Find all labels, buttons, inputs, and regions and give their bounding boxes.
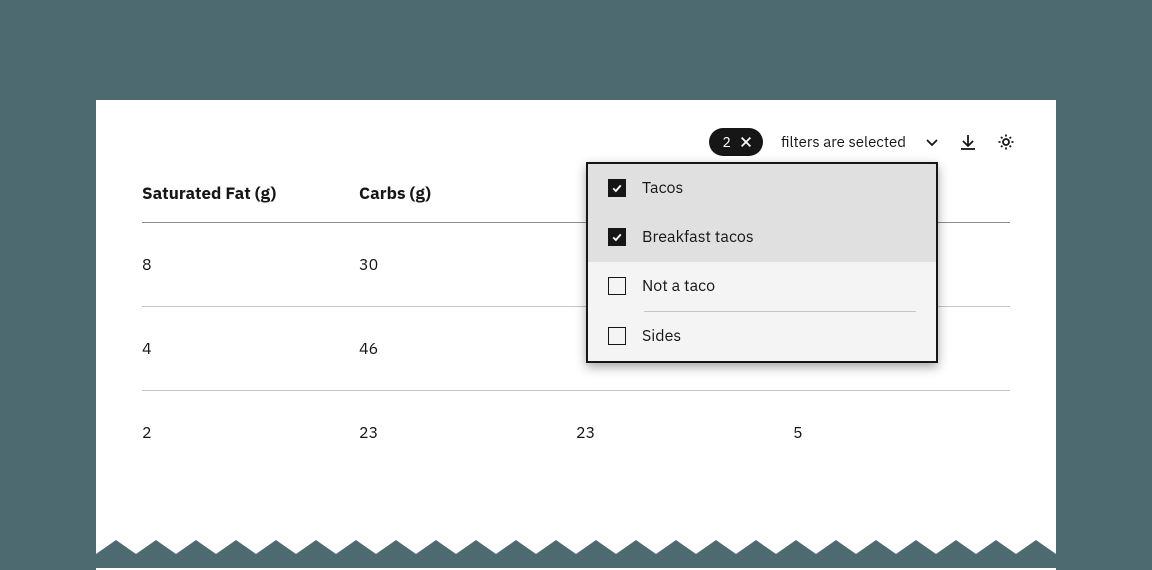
gear-icon[interactable]: [996, 132, 1016, 152]
filter-option-label: Not a taco: [642, 276, 715, 296]
filter-option[interactable]: Sides: [588, 312, 936, 361]
cell: 23: [576, 423, 793, 443]
filters-label: filters are selected: [781, 133, 906, 152]
checkbox-icon: [608, 179, 626, 197]
content-card: 2 filters are selected Saturated Fat (g)…: [96, 100, 1056, 570]
checkbox-icon: [608, 277, 626, 295]
filter-toolbar: 2 filters are selected: [709, 128, 1016, 156]
download-icon[interactable]: [958, 132, 978, 152]
cell: 30: [359, 255, 576, 275]
cell: 5: [793, 423, 1010, 443]
checkbox-icon: [608, 327, 626, 345]
clear-filters-icon[interactable]: [739, 135, 753, 149]
zigzag-torn-edge: [96, 540, 1056, 568]
filter-option[interactable]: Tacos: [588, 164, 936, 213]
filter-option-label: Sides: [642, 326, 681, 346]
cell: 2: [142, 423, 359, 443]
filter-option-label: Breakfast tacos: [642, 227, 754, 247]
filter-dropdown-panel: Tacos Breakfast tacos Not a taco Sides: [586, 162, 938, 363]
table-row: 2 23 23 5: [142, 391, 1010, 475]
badge-count: 2: [723, 133, 731, 151]
chevron-down-icon[interactable]: [924, 134, 940, 150]
col-header[interactable]: Carbs (g): [359, 182, 576, 204]
filter-option[interactable]: Not a taco: [588, 262, 936, 311]
selected-count-badge[interactable]: 2: [709, 128, 763, 156]
cell: 46: [359, 339, 576, 359]
cell: 4: [142, 339, 359, 359]
filter-option-label: Tacos: [642, 178, 683, 198]
col-header[interactable]: Saturated Fat (g): [142, 182, 359, 204]
cell: 23: [359, 423, 576, 443]
checkbox-icon: [608, 228, 626, 246]
cell: 8: [142, 255, 359, 275]
filter-option[interactable]: Breakfast tacos: [588, 213, 936, 262]
